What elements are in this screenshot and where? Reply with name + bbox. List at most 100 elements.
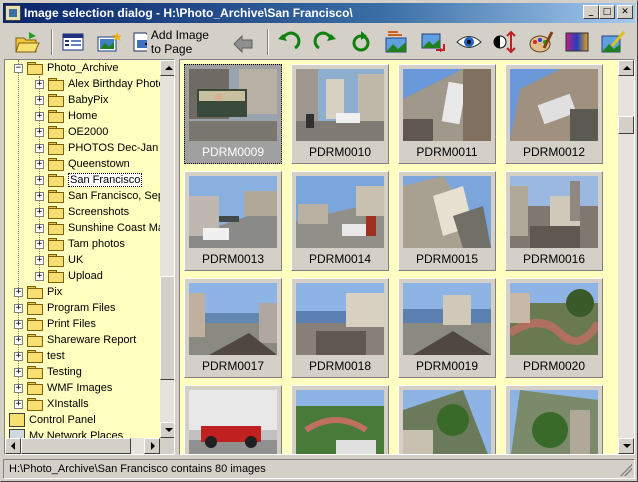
rotate-right-button[interactable]	[311, 28, 339, 56]
tree-item-pix[interactable]: + Pix	[14, 284, 62, 300]
title-bar[interactable]: Image selection dialog - H:\Photo_Archiv…	[3, 3, 635, 23]
tree-item-home[interactable]: + Home	[35, 108, 97, 124]
resize-image-button[interactable]	[419, 28, 447, 56]
expand-icon[interactable]: +	[14, 287, 23, 297]
grid-scroll-down-button[interactable]	[618, 438, 634, 454]
thumbnail-pdrm0011[interactable]: PDRM0011	[398, 64, 496, 164]
add-image-to-page-button[interactable]: Add Image to Page	[131, 28, 219, 56]
expand-icon[interactable]: +	[35, 79, 44, 89]
tree-item-program-files[interactable]: + Program Files	[14, 300, 115, 316]
expand-icon[interactable]: +	[14, 335, 23, 345]
expand-icon[interactable]: +	[14, 383, 23, 393]
thumbnail-pdrm0019[interactable]: PDRM0019	[398, 278, 496, 378]
expand-icon[interactable]: +	[35, 95, 44, 105]
new-image-button[interactable]	[95, 28, 123, 56]
collapse-icon[interactable]: −	[14, 63, 23, 73]
tree-scroll-up-button[interactable]	[160, 60, 174, 76]
close-button[interactable]: ✕	[617, 5, 633, 19]
thumbnail-pdrm0015[interactable]: PDRM0015	[398, 171, 496, 271]
expand-icon[interactable]: +	[14, 303, 23, 313]
tree-scroll-left-button[interactable]	[5, 438, 21, 454]
expand-icon[interactable]: +	[14, 319, 23, 329]
tree-item-shareware-report[interactable]: + Shareware Report	[14, 332, 136, 348]
grid-scroll-up-button[interactable]	[618, 60, 634, 76]
tree-scroll-thumb[interactable]	[160, 276, 174, 380]
expand-icon[interactable]: +	[35, 255, 44, 265]
thumbnail-pdrm0010[interactable]: PDRM0010	[291, 64, 389, 164]
tree-item-photo-archive[interactable]: − Photo_Archive	[14, 60, 119, 76]
tree-item-photos-dec-jan[interactable]: + PHOTOS Dec-Jan	[35, 140, 158, 156]
expand-icon[interactable]: +	[35, 223, 44, 233]
thumbnail-item-12[interactable]	[184, 385, 282, 454]
thumbnail-item-13[interactable]	[291, 385, 389, 454]
tree-item-xinstalls[interactable]: + XInstalls	[14, 396, 89, 412]
back-button[interactable]	[229, 28, 257, 56]
expand-icon[interactable]: +	[35, 239, 44, 249]
thumbnail-item-14[interactable]	[398, 385, 496, 454]
tree-item-label: UK	[68, 254, 84, 266]
rotate-left-button[interactable]	[275, 28, 303, 56]
view-button[interactable]	[455, 28, 483, 56]
thumbnail-pdrm0014[interactable]: PDRM0014	[291, 171, 389, 271]
open-folder-button[interactable]	[13, 28, 41, 56]
edit-image-button[interactable]	[599, 28, 627, 56]
expand-icon[interactable]: +	[35, 127, 44, 137]
tree-item-sunshine-coast-ma[interactable]: + Sunshine Coast Ma	[35, 220, 160, 236]
thumbnail-pdrm0013[interactable]: PDRM0013	[184, 171, 282, 271]
expand-icon[interactable]: +	[35, 111, 44, 121]
tree-item-uk[interactable]: + UK	[35, 252, 83, 268]
add-image-to-page-label: Add Image to Page	[150, 28, 209, 56]
thumbnail-pdrm0012[interactable]: PDRM0012	[505, 64, 603, 164]
color-palette-button[interactable]	[527, 28, 555, 56]
expand-icon[interactable]: +	[35, 159, 44, 169]
thumbnail-grid-panel[interactable]: PDRM0009 PDRM0010 PDRM0011 PDRM0012 PDRM0013…	[179, 59, 635, 455]
tree-scroll-down-button[interactable]	[160, 422, 174, 438]
tree-scroll-right-button[interactable]	[144, 438, 160, 454]
refresh-button[interactable]	[347, 28, 375, 56]
thumbnail-pdrm0020[interactable]: PDRM0020	[505, 278, 603, 378]
folder-tree-panel[interactable]: − Photo_Archive + Alex Birthday Photo + BabyP…	[4, 59, 175, 455]
expand-icon[interactable]: +	[35, 143, 44, 153]
tree-item-test[interactable]: + test	[14, 348, 65, 364]
tree-item-wmf-images[interactable]: + WMF Images	[14, 380, 112, 396]
tree-vertical-scrollbar[interactable]	[160, 60, 174, 438]
tree-item-san-francisco-sep[interactable]: + San Francisco, Sep	[35, 188, 160, 204]
tree-item-label: Screenshots	[68, 206, 130, 218]
tree-item-control-panel[interactable]: Control Panel	[9, 412, 96, 428]
tree-item-my-network-places[interactable]: My Network Places	[9, 428, 123, 438]
thumbnail-item-15[interactable]	[505, 385, 603, 454]
tree-horizontal-scrollbar[interactable]	[5, 438, 160, 454]
grid-vertical-scrollbar[interactable]	[618, 60, 634, 454]
tree-item-screenshots[interactable]: + Screenshots	[35, 204, 129, 220]
thumbnail-pdrm0017[interactable]: PDRM0017	[184, 278, 282, 378]
expand-icon[interactable]: +	[14, 367, 23, 377]
grid-scroll-thumb[interactable]	[618, 116, 634, 134]
folder-tree[interactable]: − Photo_Archive + Alex Birthday Photo + BabyP…	[5, 60, 160, 438]
expand-icon[interactable]: +	[35, 175, 44, 185]
maximize-button[interactable]: □	[599, 5, 615, 19]
expand-icon[interactable]: +	[35, 191, 44, 201]
minimize-button[interactable]: _	[583, 5, 599, 19]
tree-item-alex-birthday-photo[interactable]: + Alex Birthday Photo	[35, 76, 160, 92]
tree-item-print-files[interactable]: + Print Files	[14, 316, 96, 332]
landscape-adjust-button[interactable]	[383, 28, 411, 56]
tree-item-upload[interactable]: + Upload	[35, 268, 103, 284]
contrast-button[interactable]	[491, 28, 519, 56]
thumbnail-pdrm0016[interactable]: PDRM0016	[505, 171, 603, 271]
tree-item-tam-photos[interactable]: + Tam photos	[35, 236, 125, 252]
resize-grip[interactable]	[620, 464, 632, 476]
thumbnail-pdrm0009[interactable]: PDRM0009	[184, 64, 282, 164]
tree-hscroll-thumb[interactable]	[21, 438, 131, 454]
expand-icon[interactable]: +	[14, 399, 23, 409]
details-view-button[interactable]	[59, 28, 87, 56]
tree-item-babypix[interactable]: + BabyPix	[35, 92, 108, 108]
expand-icon[interactable]: +	[14, 351, 23, 361]
tree-item-san-francisco[interactable]: + San Francisco	[35, 172, 143, 188]
gradient-image-button[interactable]	[563, 28, 591, 56]
tree-item-oe2000[interactable]: + OE2000	[35, 124, 108, 140]
expand-icon[interactable]: +	[35, 207, 44, 217]
tree-item-queenstown[interactable]: + Queenstown	[35, 156, 130, 172]
tree-item-testing[interactable]: + Testing	[14, 364, 82, 380]
thumbnail-pdrm0018[interactable]: PDRM0018	[291, 278, 389, 378]
expand-icon[interactable]: +	[35, 271, 44, 281]
